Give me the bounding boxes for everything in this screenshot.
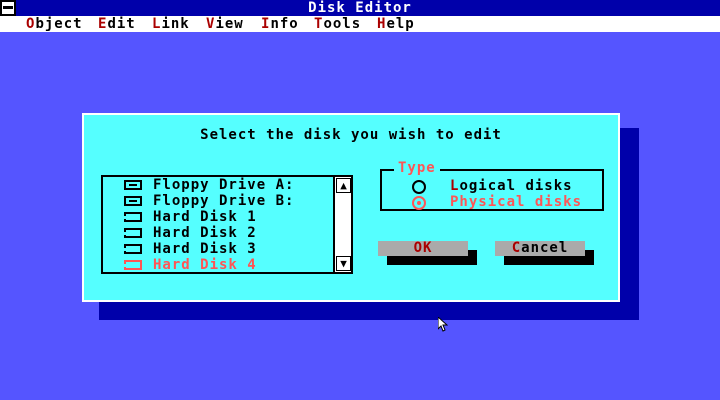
hard-disk-icon bbox=[124, 260, 142, 270]
hard-disk-icon bbox=[124, 212, 142, 222]
list-item-label: Floppy Drive A: bbox=[153, 177, 295, 193]
floppy-drive-icon bbox=[124, 180, 142, 190]
list-item-label: Hard Disk 2 bbox=[153, 225, 257, 241]
menu-info[interactable]: Info bbox=[261, 16, 299, 32]
list-item-label: Floppy Drive B: bbox=[153, 193, 295, 209]
select-disk-dialog: Select the disk you wish to edit Floppy … bbox=[82, 113, 620, 302]
menu-link[interactable]: Link bbox=[152, 16, 190, 32]
menu-object[interactable]: Object bbox=[26, 16, 83, 32]
title-bar: Disk Editor bbox=[0, 0, 720, 16]
menu-bar: Object Edit Link View Info Tools Help bbox=[0, 16, 720, 32]
radio-button-selected-icon[interactable] bbox=[412, 196, 426, 210]
disk-list[interactable]: Floppy Drive A: Floppy Drive B: Hard Dis… bbox=[101, 175, 353, 274]
disk-list-scrollbar[interactable]: ▲ ▼ bbox=[333, 177, 351, 272]
mouse-pointer-icon bbox=[438, 317, 448, 332]
hard-disk-icon bbox=[124, 244, 142, 254]
cancel-button[interactable]: Cancel bbox=[495, 241, 585, 256]
menu-edit[interactable]: Edit bbox=[98, 16, 136, 32]
scroll-down-arrow-icon[interactable]: ▼ bbox=[336, 256, 351, 271]
radio-button-icon[interactable] bbox=[412, 180, 426, 194]
menu-help[interactable]: Help bbox=[377, 16, 415, 32]
menu-view[interactable]: View bbox=[206, 16, 244, 32]
list-item-label: Hard Disk 3 bbox=[153, 241, 257, 257]
list-item-label: Hard Disk 4 bbox=[153, 257, 257, 273]
list-item-label: Hard Disk 1 bbox=[153, 209, 257, 225]
ok-button[interactable]: OK bbox=[378, 241, 468, 256]
menu-tools[interactable]: Tools bbox=[314, 16, 361, 32]
scroll-up-arrow-icon[interactable]: ▲ bbox=[336, 178, 351, 193]
system-menu-icon[interactable] bbox=[0, 0, 16, 16]
type-group: Type Logical disks Physical disks bbox=[380, 160, 604, 211]
dialog-title: Select the disk you wish to edit bbox=[200, 127, 502, 143]
hard-disk-icon bbox=[124, 228, 142, 238]
floppy-drive-icon bbox=[124, 196, 142, 206]
window-title: Disk Editor bbox=[308, 0, 412, 16]
type-group-legend: Type bbox=[394, 160, 440, 176]
